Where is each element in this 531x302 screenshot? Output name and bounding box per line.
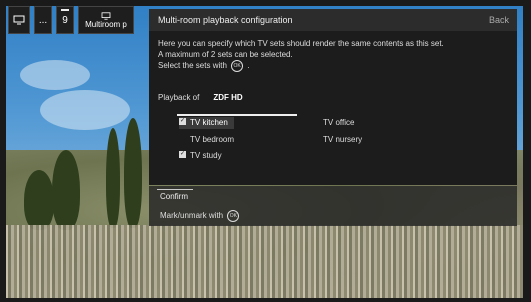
active-indicator — [61, 9, 69, 11]
desc-line-tail: . — [247, 61, 250, 71]
tv-set-label: TV office — [323, 118, 355, 127]
playback-label: Playback of — [158, 93, 200, 102]
mark-hint: Mark/unmark with OK — [160, 210, 241, 222]
tv-set-item[interactable]: ✓ TV study — [179, 150, 222, 162]
tv-set-item[interactable]: TV bedroom — [179, 134, 234, 146]
tv-set-label: TV study — [190, 151, 222, 160]
tv-set-label: TV nursery — [323, 135, 363, 144]
multiroom-tile[interactable]: Multiroom p — [78, 6, 134, 34]
footer-bar: Confirm Mark/unmark with OK — [149, 186, 517, 226]
multiroom-dialog: Multi-room playback configuration Back H… — [149, 9, 517, 185]
selection-indicator — [177, 114, 297, 116]
multiroom-label: Multiroom p — [85, 19, 127, 29]
back-button[interactable]: Back — [489, 15, 509, 25]
tv-tile[interactable] — [8, 6, 30, 34]
desc-line: Select the sets with OK . — [158, 60, 508, 72]
more-tile[interactable]: ... — [34, 6, 52, 34]
playback-channel: ZDF HD — [213, 93, 243, 102]
tv-set-item[interactable]: TV office — [323, 117, 354, 129]
tv-set-item[interactable]: ✓ TV kitchen — [179, 117, 234, 129]
mark-label: Mark/unmark with — [160, 211, 224, 221]
tv-set-label: TV kitchen — [190, 118, 228, 127]
more-label: ... — [38, 14, 48, 26]
playback-of: Playback of ZDF HD — [158, 93, 243, 102]
desc-line-text: Select the sets with — [158, 61, 227, 71]
ok-button-icon: OK — [227, 210, 240, 222]
tv-icon — [13, 15, 25, 25]
channel-tile[interactable]: 9 — [56, 6, 74, 34]
desc-line: Here you can specify which TV sets shoul… — [158, 39, 444, 48]
confirm-indicator — [157, 189, 193, 190]
dialog-description: Here you can specify which TV sets shoul… — [149, 31, 517, 72]
checkbox-checked-icon: ✓ — [179, 151, 186, 159]
confirm-button[interactable]: Confirm — [160, 192, 188, 201]
dialog-header: Multi-room playback configuration Back — [149, 9, 517, 31]
tv-set-item[interactable]: TV nursery — [323, 134, 362, 146]
checkbox-checked-icon: ✓ — [179, 118, 186, 126]
tv-set-label: TV bedroom — [190, 135, 235, 144]
top-menu-bar: ... 9 Multiroom p — [8, 6, 134, 34]
dialog-title: Multi-room playback configuration — [158, 15, 293, 25]
channel-number: 9 — [62, 14, 68, 26]
desc-line: A maximum of 2 sets can be selected. — [158, 50, 293, 59]
tv-icon — [101, 11, 111, 20]
ok-button-icon: OK — [231, 60, 244, 72]
